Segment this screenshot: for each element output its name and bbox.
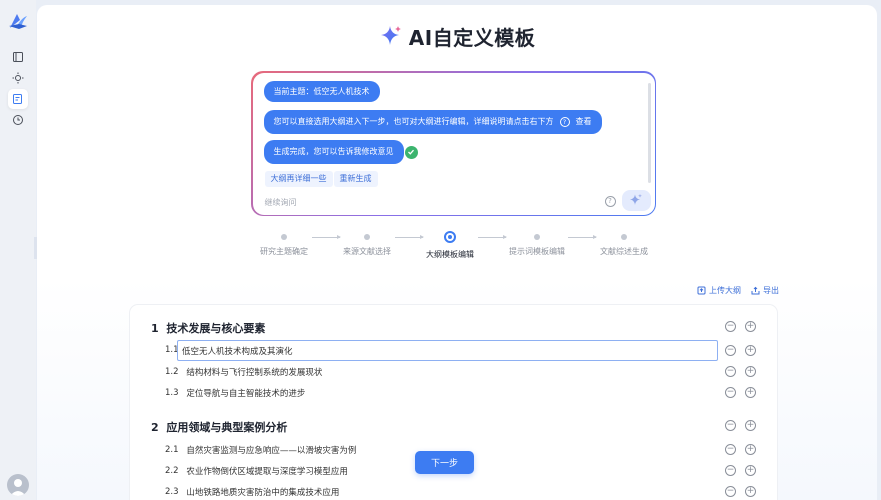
add-icon[interactable]: + [745, 366, 756, 377]
remove-icon[interactable]: − [725, 321, 736, 332]
chat-input[interactable]: 继续询问 [265, 197, 297, 208]
progress-stepper: 研究主题确定 来源文献选择 大纲模板编辑 提示词模板编辑 文献综述生成 [37, 230, 877, 270]
remove-icon[interactable]: − [725, 345, 736, 356]
remove-icon[interactable]: − [725, 420, 736, 431]
add-icon[interactable]: + [745, 387, 756, 398]
chat-scrollbar[interactable] [647, 82, 651, 183]
chat-box: 当前主题：低空无人机技术 您可以直接选用大纲进入下一步，也可对大纲进行编辑，详细… [251, 71, 656, 216]
check-icon [404, 145, 418, 159]
next-step-button[interactable]: 下一步 [415, 451, 474, 474]
item-controls: − + [725, 387, 756, 398]
add-icon[interactable]: + [745, 420, 756, 431]
outline-item[interactable]: 2.2 农业作物倒伏区域提取与深度学习模型应用 [165, 465, 348, 477]
export-button[interactable]: 导出 [751, 285, 779, 296]
section-controls: − + [725, 420, 756, 431]
avatar[interactable] [7, 474, 29, 496]
view-link[interactable]: 查看 [576, 116, 592, 127]
item-controls: − + [725, 444, 756, 455]
section-heading: 2 应用领域与典型案例分析 [151, 421, 288, 434]
item-controls: − + [725, 486, 756, 497]
outline-item[interactable]: 2.3 山地铁路地质灾害防治中的集成技术应用 [165, 486, 339, 498]
add-icon[interactable]: + [745, 486, 756, 497]
clock-icon[interactable] [8, 110, 28, 130]
step-3-current: 大纲模板编辑 [400, 230, 500, 260]
add-icon[interactable]: + [745, 321, 756, 332]
outline-item[interactable]: 1.2 结构材料与飞行控制系统的发展现状 [165, 366, 322, 378]
step-5: 文献综述生成 [574, 230, 674, 257]
chat-message: 您可以直接选用大纲进入下一步，也可对大纲进行编辑，详细说明请点击右下方 ? 查看 [263, 109, 602, 134]
library-icon[interactable] [8, 47, 28, 67]
item-controls: − + [725, 465, 756, 476]
send-button[interactable] [621, 189, 651, 211]
export-icon [751, 286, 760, 295]
item-controls: − + [725, 345, 756, 356]
upload-file-icon [697, 286, 706, 295]
app-logo-icon[interactable] [7, 10, 29, 32]
remove-icon[interactable]: − [725, 387, 736, 398]
note-edit-icon[interactable] [8, 89, 28, 109]
sparkle-icon [380, 26, 401, 45]
add-icon[interactable]: + [745, 444, 756, 455]
item-controls: − + [725, 366, 756, 377]
sparkle-send-icon [630, 194, 642, 205]
upload-outline-button[interactable]: 上传大纲 [697, 285, 741, 296]
question-icon[interactable]: ? [604, 195, 616, 207]
outline-item[interactable]: 1.3 定位导航与自主智能技术的进步 [165, 387, 305, 399]
suggestion-chip[interactable]: 大纲再详细一些 [264, 170, 333, 187]
chat-message: 生成完成，您可以告诉我修改意见 [263, 139, 404, 164]
step-4: 提示词模板编辑 [487, 230, 587, 257]
help-icon[interactable]: ? [559, 116, 570, 127]
section-controls: − + [725, 321, 756, 332]
chat-message: 当前主题：低空无人机技术 [263, 80, 380, 102]
sun-icon[interactable] [8, 68, 28, 88]
add-icon[interactable]: + [745, 345, 756, 356]
section-heading: 1 技术发展与核心要素 [151, 322, 266, 335]
remove-icon[interactable]: − [725, 444, 736, 455]
remove-icon[interactable]: − [725, 486, 736, 497]
remove-icon[interactable]: − [725, 465, 736, 476]
outline-item[interactable]: 2.1 自然灾害监测与应急响应——以滑坡灾害为例 [165, 444, 356, 456]
page-title: AI自定义模板 [408, 25, 536, 50]
outline-item-edit-input[interactable]: 低空无人机技术构成及其演化 [177, 340, 718, 361]
page-header: AI自定义模板 [37, 21, 877, 51]
add-icon[interactable]: + [745, 465, 756, 476]
left-rail [0, 0, 36, 500]
suggestion-chip[interactable]: 重新生成 [333, 170, 378, 187]
remove-icon[interactable]: − [725, 366, 736, 377]
